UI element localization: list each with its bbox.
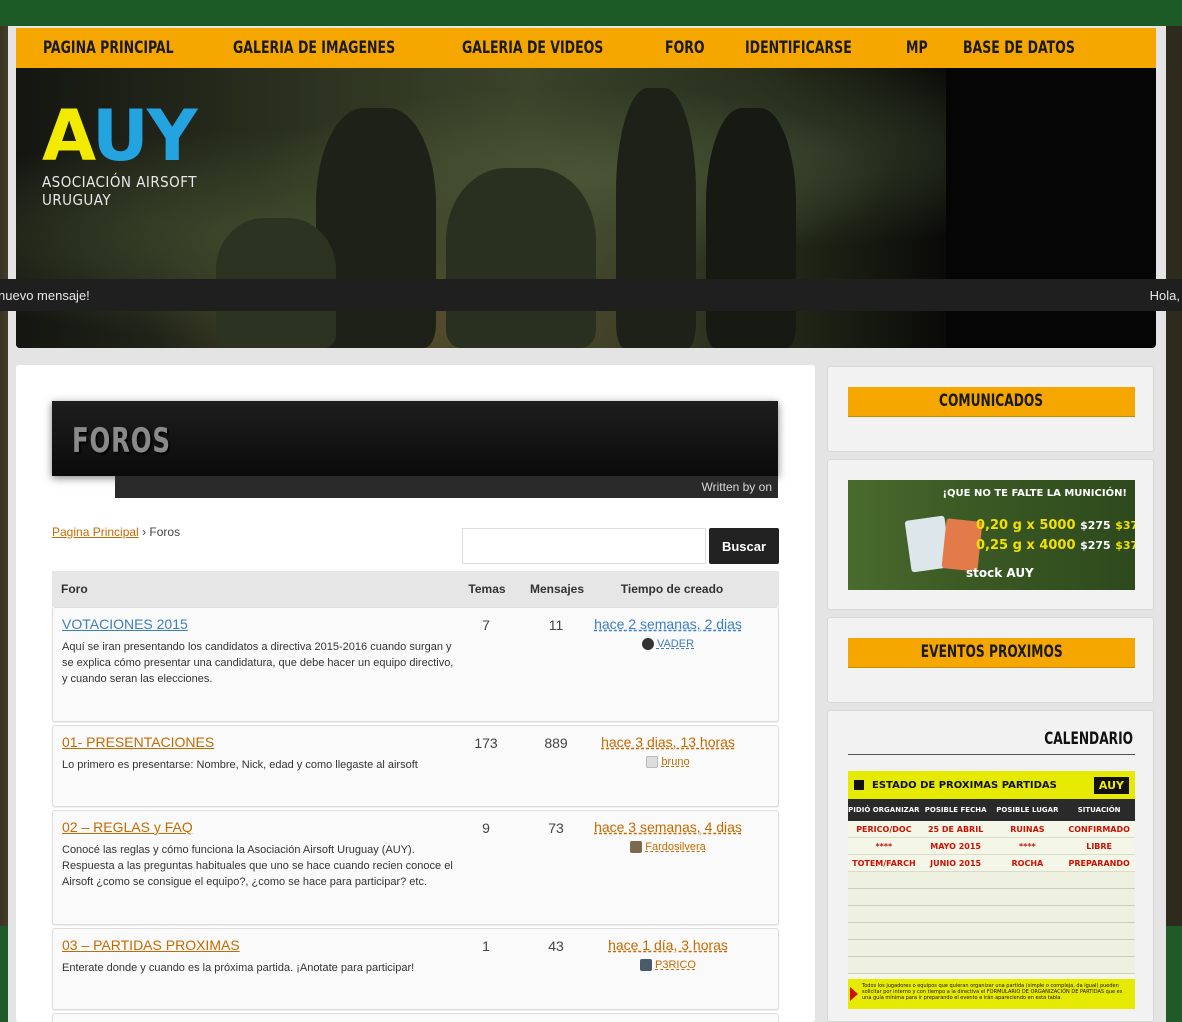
forum-description: Aquí se iran presentando los candidatos … [62, 641, 454, 685]
last-post-user: Fardosilvera [583, 841, 753, 854]
ammo-stock: stock AUY [966, 566, 1034, 580]
last-post-time[interactable]: hace 3 dias, 13 horas [583, 734, 753, 750]
user-link[interactable]: bruno [661, 756, 689, 768]
forum-description: Lo primero es presentarse: Nombre, Nick,… [62, 759, 418, 771]
avatar-icon [630, 841, 643, 854]
breadcrumb-current: Foros [149, 525, 181, 539]
forum-description: Conocé las reglas y cómo funciona la Aso… [62, 844, 453, 888]
estado-row: PERICO/DOC 25 DE ABRIL RUINAS CONFIRMADO [848, 821, 1135, 838]
nav-galeria-imagenes[interactable]: GALERIA DE IMAGENES [233, 38, 395, 58]
user-link[interactable]: Fardosilvera [645, 841, 706, 853]
ticker-message[interactable]: nuevo mensaje! [0, 288, 90, 303]
written-by: Written by on [115, 476, 778, 498]
widget-comunicados: COMUNICADOS [827, 366, 1154, 452]
table-row: 02 – REGLAS y FAQ Conocé las reglas y có… [52, 810, 779, 925]
forum-link[interactable]: 03 – PARTIDAS PROXIMAS [62, 937, 240, 953]
table-row: VOTACIONES 2015 Aquí se iran presentando… [52, 607, 779, 722]
widget-calendario: CALENDARIO ESTADO DE PROXIMAS PARTIDAS A… [827, 710, 1154, 1022]
forum-link[interactable]: 02 – REGLAS y FAQ [62, 819, 193, 835]
mensajes-count: 889 [544, 735, 568, 751]
temas-count: 7 [482, 617, 490, 633]
ticker-greeting: Hola, [1149, 287, 1180, 303]
page-title: FOROS [72, 421, 171, 461]
logo-subtitle: ASOCIACIÓN AIRSOFT URUGUAY [42, 173, 197, 209]
estado-header: ESTADO DE PROXIMAS PARTIDAS AUY [848, 771, 1135, 799]
user-link[interactable]: VADER [657, 638, 694, 650]
auy-logo: AUY [1093, 776, 1129, 794]
user-link[interactable]: P3RICO [655, 959, 696, 971]
widget-title-bar: COMUNICADOS [848, 387, 1135, 417]
last-post-time[interactable]: hace 1 día, 3 horas [583, 937, 753, 953]
ammo-banner[interactable]: ¡QUE NO TE FALTE LA MUNICIÓN! 0,20 g x 5… [848, 480, 1135, 590]
arrow-icon [850, 987, 858, 1001]
header-foro: Foro [61, 582, 88, 596]
search-button[interactable]: Buscar [709, 528, 779, 564]
nav-identificarse[interactable]: IDENTIFICARSE [745, 38, 852, 58]
estado-footer: Todos los jugadores o equipos que quiera… [848, 979, 1135, 1009]
last-post-time[interactable]: hace 2 semanas, 2 dias [583, 616, 753, 632]
forum-description: Enterate donde y cuando es la próxima pa… [62, 962, 415, 974]
last-post-user: P3RICO [583, 959, 753, 972]
mensajes-count: 73 [548, 820, 564, 836]
table-row: 03 – PARTIDAS PROXIMAS Enterate donde y … [52, 928, 779, 1010]
breadcrumb: Pagina Principal › Foros [52, 525, 180, 539]
temas-count: 1 [482, 938, 490, 954]
main-nav: PAGINA PRINCIPAL GALERIA DE IMAGENES GAL… [16, 28, 1156, 68]
notification-ticker: nuevo mensaje! Hola, [0, 279, 1182, 311]
page-title-box: FOROS [52, 401, 778, 476]
nav-pagina-principal[interactable]: PAGINA PRINCIPAL [43, 38, 174, 58]
estado-rows: PERICO/DOC 25 DE ABRIL RUINAS CONFIRMADO **… [848, 821, 1135, 974]
forum-link[interactable]: 01- PRESENTACIONES [62, 734, 214, 750]
temas-count: 9 [482, 820, 490, 836]
avatar-icon [640, 959, 653, 972]
estado-row: TOTEM/FARCH JUNIO 2015 ROCHA PREPARANDO [848, 855, 1135, 872]
site-logo[interactable]: AUY ASOCIACIÓN AIRSOFT URUGUAY [42, 101, 292, 209]
header-tiempo: Tiempo de creado [620, 582, 724, 596]
estado-row: **** MAYO 2015 **** LIBRE [848, 838, 1135, 855]
breadcrumb-separator: › [142, 525, 147, 539]
ammo-row: 0,20 g x 5000 $275 $375 [976, 518, 1135, 533]
table-header: Foro Temas Mensajes Tiempo de creado [52, 571, 779, 607]
estado-columns: PIDIÓ ORGANIZAR POSIBLE FECHA POSIBLE LU… [848, 799, 1135, 821]
search-input[interactable] [462, 528, 706, 564]
widget-title: CALENDARIO [1044, 729, 1133, 749]
mensajes-count: 43 [548, 938, 564, 954]
forum-table: Foro Temas Mensajes Tiempo de creado VOT… [52, 571, 779, 1022]
header-temas: Temas [468, 582, 506, 596]
nav-mp[interactable]: MP [906, 38, 928, 58]
last-post-user: VADER [583, 638, 753, 651]
table-row: 01- PRESENTACIONES Lo primero es present… [52, 725, 779, 807]
avatar-icon [646, 756, 659, 769]
temas-count: 173 [474, 735, 498, 751]
last-post-user: bruno [583, 756, 753, 769]
widget-title: COMUNICADOS [939, 391, 1044, 411]
nav-base-de-datos[interactable]: BASE DE DATOS [963, 38, 1075, 58]
widget-ammo-ad: ¡QUE NO TE FALTE LA MUNICIÓN! 0,20 g x 5… [827, 459, 1154, 610]
table-row [52, 1013, 779, 1022]
partidas-status-image[interactable]: ESTADO DE PROXIMAS PARTIDAS AUY PIDIÓ OR… [848, 771, 1135, 1009]
nav-foro[interactable]: FORO [665, 38, 705, 58]
widget-title-bar: EVENTOS PROXIMOS [848, 638, 1135, 668]
nav-galeria-videos[interactable]: GALERIA DE VIDEOS [462, 38, 603, 58]
forum-link[interactable]: VOTACIONES 2015 [62, 616, 188, 632]
breadcrumb-home[interactable]: Pagina Principal [52, 525, 139, 539]
last-post-time[interactable]: hace 3 semanas, 4 dias [583, 819, 753, 835]
avatar-icon [641, 638, 654, 651]
main-content: FOROS Written by on Pagina Principal › F… [16, 365, 815, 1022]
ammo-headline: ¡QUE NO TE FALTE LA MUNICIÓN! [942, 488, 1128, 499]
mensajes-count: 11 [548, 617, 564, 633]
header-mensajes: Mensajes [529, 582, 585, 596]
ammo-row: 0,25 g x 4000 $275 $375 [976, 538, 1135, 553]
divider [848, 754, 1135, 755]
widget-title: EVENTOS PROXIMOS [920, 642, 1063, 662]
widget-eventos: EVENTOS PROXIMOS [827, 617, 1154, 703]
